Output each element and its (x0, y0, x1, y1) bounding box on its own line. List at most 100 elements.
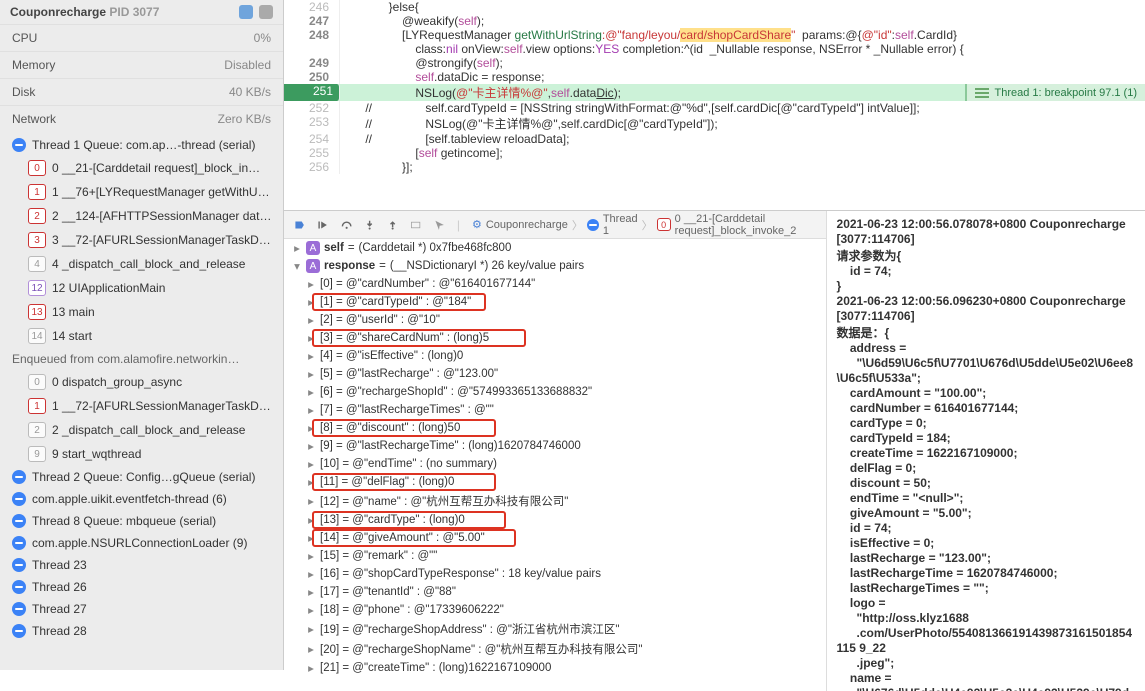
frame-num-icon: 9 (28, 446, 46, 462)
thread-8[interactable]: Thread 8 Queue: mbqueue (serial) (0, 510, 283, 532)
eframe-9[interactable]: 99 start_wqthread (0, 442, 283, 466)
var-item-18[interactable]: ▸[18] = @"phone" : @"17339606222" (284, 601, 826, 619)
disk-row: Disk40 KB/s (0, 78, 283, 105)
network-row: NetworkZero KB/s (0, 105, 283, 132)
eframe-0[interactable]: 00 dispatch_group_async (0, 370, 283, 394)
frame-3[interactable]: 33 __72-[AFURLSessionManagerTaskD… (0, 228, 283, 252)
nsurlconnection-loader[interactable]: com.apple.NSURLConnectionLoader (9) (0, 532, 283, 554)
var-item-17[interactable]: ▸[17] = @"tenantId" : @"88" (284, 583, 826, 601)
var-item-8[interactable]: ▸[8] = @"discount" : (long)50 (284, 419, 826, 437)
var-item-13[interactable]: ▸[13] = @"cardType" : (long)0 (284, 511, 826, 529)
frame-0[interactable]: 00 __21-[Carddetail request]_block_in… (0, 156, 283, 180)
frame-13[interactable]: 1313 main (0, 300, 283, 324)
breakpoint-indicator[interactable]: Thread 1: breakpoint 97.1 (1) (965, 84, 1145, 101)
frame-num-icon: 2 (28, 422, 46, 438)
var-item-11[interactable]: ▸[11] = @"delFlag" : (long)0 (284, 473, 826, 491)
memory-row: MemoryDisabled (0, 51, 283, 78)
continue-icon[interactable] (317, 218, 328, 232)
frame-num-icon: 4 (28, 256, 46, 272)
toggle-breakpoints-icon[interactable] (294, 218, 305, 232)
options-icon[interactable] (259, 5, 273, 19)
var-item-6[interactable]: ▸[6] = @"rechargeShopId" : @"57499336513… (284, 383, 826, 401)
debug-breadcrumb[interactable]: ⚙Couponrecharge〉 Thread 1〉 00 __21-[Card… (472, 213, 816, 237)
var-item-14[interactable]: ▸[14] = @"giveAmount" : @"5.00" (284, 529, 826, 547)
frame-num-icon: 13 (28, 304, 46, 320)
var-item-15[interactable]: ▸[15] = @"remark" : @"" (284, 547, 826, 565)
menu-icon (975, 88, 989, 98)
frame-num-icon: 14 (28, 328, 46, 344)
thread-icon (12, 492, 26, 506)
thread-26[interactable]: Thread 26 (0, 576, 283, 598)
eventfetch-thread[interactable]: com.apple.uikit.eventfetch-thread (6) (0, 488, 283, 510)
frame-2[interactable]: 22 __124-[AFHTTPSessionManager dat… (0, 204, 283, 228)
code-line: }]; (340, 160, 413, 174)
object-icon: A (306, 241, 320, 255)
thread-27[interactable]: Thread 27 (0, 598, 283, 620)
frame-num-icon: 2 (28, 208, 46, 224)
console[interactable]: 2021-06-23 12:00:56.078078+0800 Couponre… (827, 211, 1145, 691)
var-item-7[interactable]: ▸[7] = @"lastRechargeTimes" : @"" (284, 401, 826, 419)
info-icon[interactable] (239, 5, 253, 19)
var-item-21[interactable]: ▸[21] = @"createTime" : (long)1622167109… (284, 659, 826, 677)
thread-28[interactable]: Thread 28 (0, 620, 283, 642)
thread-icon (12, 624, 26, 638)
step-over-icon[interactable] (341, 218, 352, 232)
var-self[interactable]: ▸Aself = (Carddetail *) 0x7fbe468fc800 (284, 239, 826, 257)
code-line: // NSLog(@"卡主详情%@",self.cardDic[@"cardTy… (340, 115, 718, 132)
process-title-row: Couponrecharge PID 3077 (0, 0, 283, 24)
var-item-9[interactable]: ▸[9] = @"lastRechargeTime" : (long)16207… (284, 437, 826, 455)
var-item-12[interactable]: ▸[12] = @"name" : @"杭州互帮互办科技有限公司" (284, 491, 826, 511)
thread-23[interactable]: Thread 23 (0, 554, 283, 576)
thread-icon (12, 470, 26, 484)
thread-2[interactable]: Thread 2 Queue: Config…gQueue (serial) (0, 466, 283, 488)
code-line: class:nil onView:self.view options:YES c… (340, 42, 964, 56)
var-item-2[interactable]: ▸[2] = @"userId" : @"10" (284, 311, 826, 329)
var-item-20[interactable]: ▸[20] = @"rechargeShopName" : @"杭州互帮互办科技… (284, 639, 826, 659)
debug-navigator[interactable]: Couponrecharge PID 3077 CPU0% MemoryDisa… (0, 0, 284, 670)
frame-14[interactable]: 1414 start (0, 324, 283, 348)
frame-num-icon: 12 (28, 280, 46, 296)
thread-1[interactable]: Thread 1 Queue: com.ap…-thread (serial) (0, 134, 283, 156)
variables-view[interactable]: | ⚙Couponrecharge〉 Thread 1〉 00 __21-[Ca… (284, 211, 827, 691)
cpu-row: CPU0% (0, 24, 283, 51)
var-item-10[interactable]: ▸[10] = @"endTime" : (no summary) (284, 455, 826, 473)
thread-icon (12, 558, 26, 572)
code-line: self.dataDic = response; (340, 70, 544, 84)
thread-icon (12, 536, 26, 550)
thread-icon (12, 514, 26, 528)
debug-toolbar: | ⚙Couponrecharge〉 Thread 1〉 00 __21-[Ca… (284, 211, 826, 239)
var-response[interactable]: ▾Aresponse = (__NSDictionaryI *) 26 key/… (284, 257, 826, 275)
code-line: [self getincome]; (340, 146, 503, 160)
var-item-16[interactable]: ▸[16] = @"shopCardTypeResponse" : 18 key… (284, 565, 826, 583)
frame-num-icon: 3 (28, 232, 46, 248)
code-editor[interactable]: 246 }else{ 247 @weakify(self); 248 [LYRe… (284, 0, 1145, 210)
console-output: 2021-06-23 12:00:56.078078+0800 Couponre… (827, 211, 1145, 691)
process-pid: PID 3077 (109, 5, 159, 19)
eframe-1[interactable]: 11 __72-[AFURLSessionManagerTaskD… (0, 394, 283, 418)
thread-icon (12, 602, 26, 616)
enqueued-from: Enqueued from com.alamofire.networkin… (0, 348, 283, 370)
step-out-icon[interactable] (387, 218, 398, 232)
frame-1[interactable]: 11 __76+[LYRequestManager getWithU… (0, 180, 283, 204)
code-line: // self.cardTypeId = [NSString stringWit… (340, 101, 920, 115)
frame-4[interactable]: 44 _dispatch_call_block_and_release (0, 252, 283, 276)
code-line-current: NSLog(@"卡主详情%@",self.dataDic); (340, 84, 621, 101)
step-into-icon[interactable] (364, 218, 375, 232)
var-item-3[interactable]: ▸[3] = @"shareCardNum" : (long)5 (284, 329, 826, 347)
var-item-0[interactable]: ▸[0] = @"cardNumber" : @"616401677144" (284, 275, 826, 293)
frame-12[interactable]: 1212 UIApplicationMain (0, 276, 283, 300)
var-item-1[interactable]: ▸[1] = @"cardTypeId" : @"184" (284, 293, 826, 311)
var-item-19[interactable]: ▸[19] = @"rechargeShopAddress" : @"浙江省杭州… (284, 619, 826, 639)
process-name: Couponrecharge (10, 5, 106, 19)
eframe-2[interactable]: 22 _dispatch_call_block_and_release (0, 418, 283, 442)
frame-num-icon: 0 (28, 374, 46, 390)
frame-num-icon: 1 (28, 184, 46, 200)
frame-num-icon: 1 (28, 398, 46, 414)
var-item-4[interactable]: ▸[4] = @"isEffective" : (long)0 (284, 347, 826, 365)
code-line: // [self.tableview reloadData]; (340, 132, 569, 146)
code-line: @weakify(self); (340, 14, 484, 28)
debug-view-icon[interactable] (410, 218, 421, 232)
var-item-5[interactable]: ▸[5] = @"lastRecharge" : @"123.00" (284, 365, 826, 383)
location-icon[interactable] (434, 218, 445, 232)
frame-num-icon: 0 (28, 160, 46, 176)
